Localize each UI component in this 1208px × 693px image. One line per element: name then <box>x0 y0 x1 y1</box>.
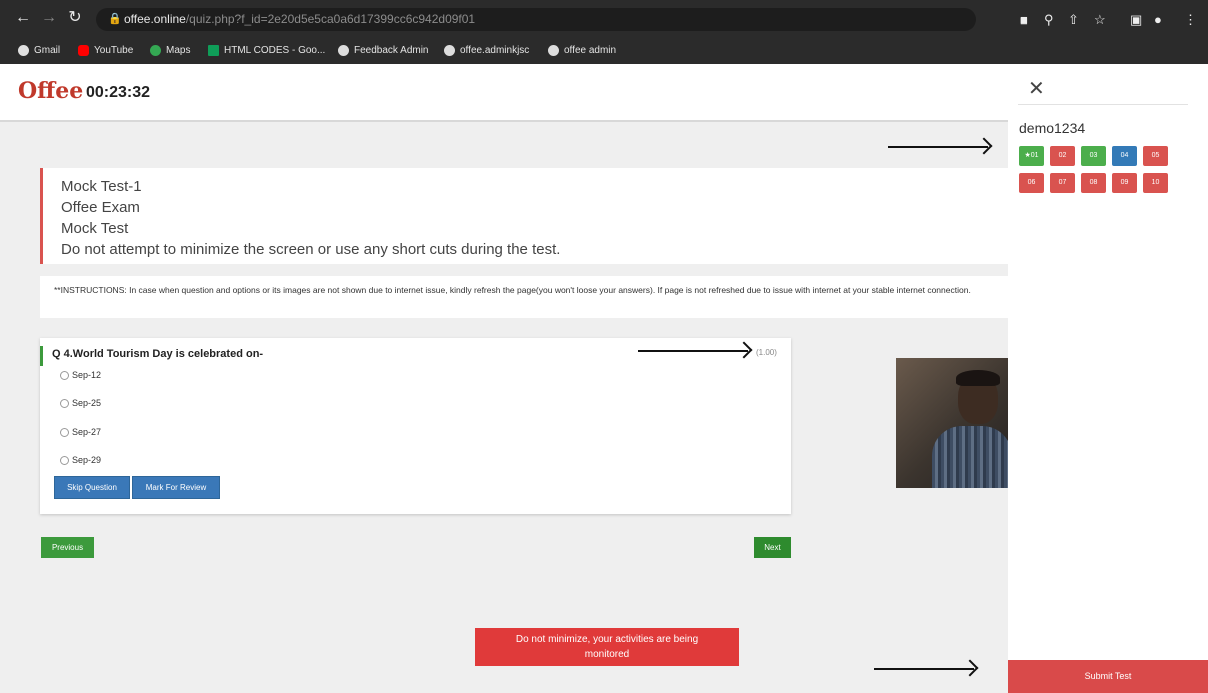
bookmark-offee-adminkjsc[interactable]: offee.adminkjsc <box>444 42 529 58</box>
palette-question-08[interactable]: 08 <box>1081 173 1106 193</box>
share-icon[interactable]: ⇧ <box>1068 12 1079 28</box>
radio-button[interactable] <box>60 427 69 437</box>
exam-warning-text: Do not attempt to minimize the screen or… <box>61 241 561 258</box>
palette-question-05[interactable]: 05 <box>1143 146 1168 166</box>
bookmark-gmail[interactable]: Gmail <box>18 42 60 58</box>
app-header: Offee 00:23:32 <box>0 64 1008 122</box>
option-sep-12[interactable]: Sep-12 <box>60 370 101 380</box>
zoom-icon[interactable]: ⚲ <box>1044 12 1054 28</box>
bookmarks-bar: Gmail YouTube Maps HTML CODES - Goo... F… <box>0 38 1208 62</box>
option-sep-27[interactable]: Sep-27 <box>60 427 101 437</box>
globe-icon <box>548 44 559 56</box>
palette-question-01[interactable]: ★01 <box>1019 146 1044 166</box>
sidebar-divider <box>1018 104 1188 105</box>
webcam-person-body <box>932 426 1008 488</box>
instructions-box: **INSTRUCTIONS: In case when question an… <box>40 276 1008 318</box>
webcam-person-hair <box>956 370 1000 386</box>
option-sep-29[interactable]: Sep-29 <box>60 455 101 465</box>
radio-button[interactable] <box>60 370 69 380</box>
annotation-arrow-icon <box>638 350 748 352</box>
lock-icon: 🔒 <box>108 13 122 25</box>
maps-icon <box>150 44 161 56</box>
camera-indicator-icon[interactable]: ■ <box>1020 12 1028 27</box>
url-text: offee.online/quiz.php?f_id=2e20d5e5ca0a6… <box>124 12 476 26</box>
side-panel-icon[interactable]: ▣ <box>1130 12 1142 28</box>
palette-question-04[interactable]: 04 <box>1112 146 1137 166</box>
countdown-timer: 00:23:32 <box>86 84 151 101</box>
sheets-icon <box>208 44 219 56</box>
bookmark-youtube[interactable]: YouTube <box>78 42 133 58</box>
profile-icon[interactable]: ● <box>1154 12 1162 27</box>
radio-button[interactable] <box>60 455 69 465</box>
star-icon[interactable]: ☆ <box>1094 12 1106 28</box>
globe-icon <box>444 44 455 56</box>
question-marks: (1.00) <box>756 348 777 357</box>
question-palette-sidebar: ✕ demo1234 ★01 02 03 04 05 06 07 08 09 1… <box>1008 64 1208 693</box>
username: demo1234 <box>1019 120 1086 136</box>
menu-kebab-icon[interactable]: ⋮ <box>1184 12 1197 28</box>
radio-button[interactable] <box>60 398 69 408</box>
exam-info-box: Mock Test-1 Offee Exam Mock Test Do not … <box>40 168 1011 264</box>
globe-icon <box>338 44 349 56</box>
bookmark-feedback-admin[interactable]: Feedback Admin <box>338 42 429 58</box>
bookmark-html-codes[interactable]: HTML CODES - Goo... <box>208 42 325 58</box>
browser-chrome: ← → ↻ 🔒 offee.online/quiz.php?f_id=2e20d… <box>0 0 1208 64</box>
mark-for-review-button[interactable]: Mark For Review <box>132 476 220 499</box>
palette-question-09[interactable]: 09 <box>1112 173 1137 193</box>
offee-logo: Offee <box>18 78 84 104</box>
monitoring-warning-banner: Do not minimize, your activities are bei… <box>475 628 739 666</box>
exam-type: Mock Test <box>61 220 129 237</box>
question-accent-bar <box>40 346 43 366</box>
question-text: Q 4.World Tourism Day is celebrated on- <box>52 348 264 360</box>
annotation-arrow-icon <box>874 668 974 670</box>
youtube-icon <box>78 44 89 56</box>
reload-icon[interactable]: ↻ <box>66 9 84 27</box>
browser-toolbar: ← → ↻ 🔒 offee.online/quiz.php?f_id=2e20d… <box>0 3 1208 36</box>
exam-name: Offee Exam <box>61 199 140 216</box>
bookmark-maps[interactable]: Maps <box>150 42 190 58</box>
bookmark-offee-admin[interactable]: offee admin <box>548 42 616 58</box>
palette-question-02[interactable]: 02 <box>1050 146 1075 166</box>
question-card: Q 4.World Tourism Day is celebrated on- … <box>40 338 791 514</box>
palette-question-10[interactable]: 10 <box>1143 173 1168 193</box>
annotation-arrow-icon <box>888 146 988 148</box>
option-sep-25[interactable]: Sep-25 <box>60 398 101 408</box>
exam-title: Mock Test-1 <box>61 178 142 195</box>
skip-question-button[interactable]: Skip Question <box>54 476 130 499</box>
address-bar[interactable]: 🔒 offee.online/quiz.php?f_id=2e20d5e5ca0… <box>96 8 1028 31</box>
close-icon[interactable]: ✕ <box>1028 76 1045 101</box>
palette-question-03[interactable]: 03 <box>1081 146 1106 166</box>
previous-button[interactable]: Previous <box>41 537 94 558</box>
palette-question-07[interactable]: 07 <box>1050 173 1075 193</box>
back-arrow-icon[interactable]: ← <box>14 9 32 27</box>
next-button[interactable]: Next <box>754 537 791 558</box>
forward-arrow-icon[interactable]: → <box>40 9 58 27</box>
google-icon <box>18 44 29 56</box>
webcam-preview <box>896 358 1008 488</box>
instructions-text: **INSTRUCTIONS: In case when question an… <box>54 285 971 295</box>
palette-question-06[interactable]: 06 <box>1019 173 1044 193</box>
submit-test-button[interactable]: Submit Test <box>1008 660 1208 693</box>
